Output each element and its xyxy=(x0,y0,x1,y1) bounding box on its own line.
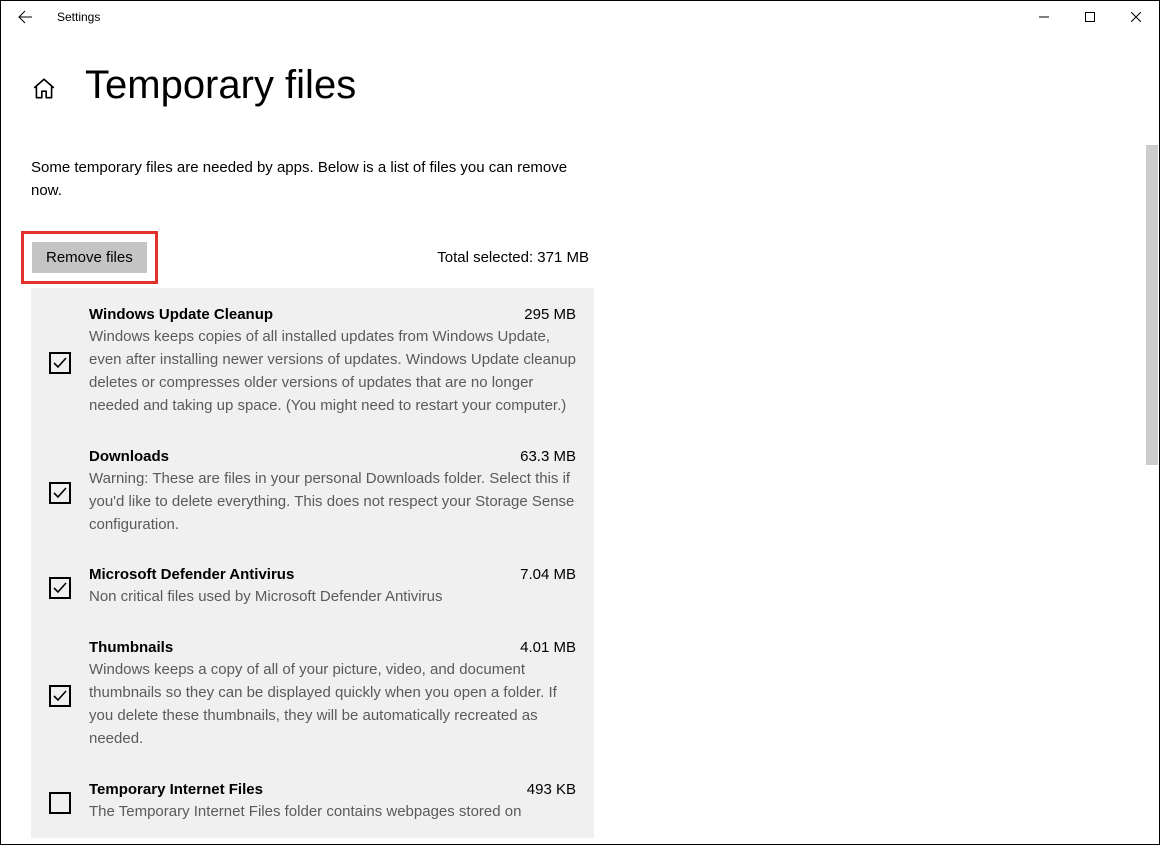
list-item: Windows Update Cleanup 295 MB Windows ke… xyxy=(49,306,576,418)
arrow-left-icon xyxy=(17,9,33,25)
action-row: Remove files Total selected: 371 MB xyxy=(31,231,591,284)
checkmark-icon xyxy=(52,485,68,501)
checkbox-thumbnails[interactable] xyxy=(49,685,71,707)
item-body: Temporary Internet Files 493 KB The Temp… xyxy=(89,781,576,823)
checkbox-downloads[interactable] xyxy=(49,482,71,504)
item-title: Windows Update Cleanup xyxy=(89,306,273,323)
item-desc: Windows keeps copies of all installed up… xyxy=(89,325,576,418)
checkbox-windows-update-cleanup[interactable] xyxy=(49,352,71,374)
total-selected-text: Total selected: 371 MB xyxy=(437,249,589,266)
item-head: Microsoft Defender Antivirus 7.04 MB xyxy=(89,566,576,583)
item-desc: The Temporary Internet Files folder cont… xyxy=(89,800,576,823)
list-item: Microsoft Defender Antivirus 7.04 MB Non… xyxy=(49,566,576,608)
item-title: Thumbnails xyxy=(89,639,173,656)
content-area: Some temporary files are needed by apps.… xyxy=(1,108,1159,838)
window-controls xyxy=(1021,1,1159,33)
item-body: Downloads 63.3 MB Warning: These are fil… xyxy=(89,448,576,537)
list-item: Thumbnails 4.01 MB Windows keeps a copy … xyxy=(49,639,576,751)
back-button[interactable] xyxy=(1,1,49,33)
item-size: 295 MB xyxy=(524,306,576,323)
item-head: Downloads 63.3 MB xyxy=(89,448,576,465)
close-button[interactable] xyxy=(1113,1,1159,33)
page-header: Temporary files xyxy=(1,33,1159,108)
item-size: 493 KB xyxy=(527,781,576,798)
intro-text: Some temporary files are needed by apps.… xyxy=(31,156,591,203)
checkbox-defender-antivirus[interactable] xyxy=(49,577,71,599)
checkmark-icon xyxy=(52,688,68,704)
remove-files-button[interactable]: Remove files xyxy=(32,242,147,273)
maximize-icon xyxy=(1085,12,1095,22)
app-title: Settings xyxy=(57,10,100,24)
titlebar: Settings xyxy=(1,1,1159,33)
item-title: Microsoft Defender Antivirus xyxy=(89,566,294,583)
checkmark-icon xyxy=(52,355,68,371)
minimize-icon xyxy=(1039,12,1049,22)
item-head: Thumbnails 4.01 MB xyxy=(89,639,576,656)
close-icon xyxy=(1131,12,1141,22)
maximize-button[interactable] xyxy=(1067,1,1113,33)
list-item: Temporary Internet Files 493 KB The Temp… xyxy=(49,781,576,823)
remove-button-highlight: Remove files xyxy=(21,231,158,284)
list-item: Downloads 63.3 MB Warning: These are fil… xyxy=(49,448,576,537)
item-head: Temporary Internet Files 493 KB xyxy=(89,781,576,798)
item-desc: Warning: These are files in your persona… xyxy=(89,467,576,537)
home-icon[interactable] xyxy=(31,76,57,102)
item-title: Temporary Internet Files xyxy=(89,781,263,798)
item-desc: Non critical files used by Microsoft Def… xyxy=(89,585,576,608)
page-title: Temporary files xyxy=(85,63,356,108)
checkbox-temp-internet-files[interactable] xyxy=(49,792,71,814)
item-body: Thumbnails 4.01 MB Windows keeps a copy … xyxy=(89,639,576,751)
scrollbar-thumb[interactable] xyxy=(1146,145,1158,465)
item-body: Microsoft Defender Antivirus 7.04 MB Non… xyxy=(89,566,576,608)
item-head: Windows Update Cleanup 295 MB xyxy=(89,306,576,323)
item-desc: Windows keeps a copy of all of your pict… xyxy=(89,658,576,751)
item-title: Downloads xyxy=(89,448,169,465)
item-size: 63.3 MB xyxy=(520,448,576,465)
checkmark-icon xyxy=(52,580,68,596)
minimize-button[interactable] xyxy=(1021,1,1067,33)
item-size: 4.01 MB xyxy=(520,639,576,656)
file-list-panel: Windows Update Cleanup 295 MB Windows ke… xyxy=(31,288,594,838)
item-body: Windows Update Cleanup 295 MB Windows ke… xyxy=(89,306,576,418)
item-size: 7.04 MB xyxy=(520,566,576,583)
